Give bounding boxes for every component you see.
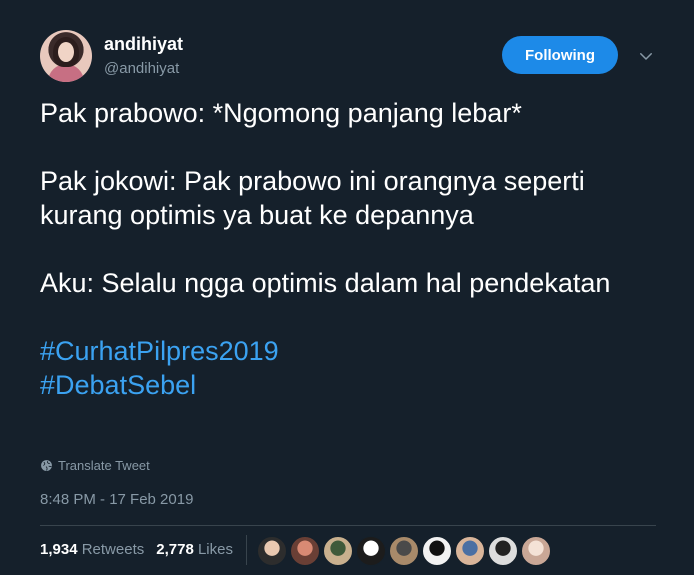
avatar[interactable] xyxy=(40,30,92,82)
user-handle[interactable]: @andihiyat xyxy=(104,60,179,77)
avatar-face xyxy=(58,42,74,62)
retweets-stat[interactable]: 1,934 Retweets xyxy=(40,541,144,558)
tweet-paragraph: Pak jokowi: Pak prabowo ini orangnya sep… xyxy=(40,166,585,230)
liker-avatar[interactable] xyxy=(488,536,518,566)
liker-avatar[interactable] xyxy=(521,536,551,566)
tweet-paragraph: Aku: Selalu ngga optimis dalam hal pende… xyxy=(40,268,611,298)
following-button[interactable]: Following xyxy=(502,36,618,74)
liker-avatar[interactable] xyxy=(323,536,353,566)
liker-avatar[interactable] xyxy=(422,536,452,566)
hashtag-link[interactable]: #CurhatPilpres2019 xyxy=(40,334,660,368)
likes-count: 2,778 xyxy=(156,541,194,558)
timestamp[interactable]: 8:48 PM - 17 Feb 2019 xyxy=(40,491,193,508)
stats-divider xyxy=(246,535,247,565)
likes-stat[interactable]: 2,778 Likes xyxy=(156,541,233,558)
tweet-card: andihiyat @andihiyat Following Pak prabo… xyxy=(0,0,694,575)
chevron-down-icon[interactable] xyxy=(637,47,655,65)
globe-icon xyxy=(41,460,52,471)
hashtag-list: #CurhatPilpres2019 #DebatSebel xyxy=(40,334,660,402)
divider xyxy=(40,525,656,526)
retweets-count: 1,934 xyxy=(40,541,78,558)
hashtag-link[interactable]: #DebatSebel xyxy=(40,368,660,402)
retweets-label: Retweets xyxy=(81,541,145,558)
liker-avatar[interactable] xyxy=(290,536,320,566)
display-name[interactable]: andihiyat xyxy=(104,34,183,55)
tweet-paragraph: Pak prabowo: *Ngomong panjang lebar* xyxy=(40,98,522,128)
translate-tweet-link[interactable]: Translate Tweet xyxy=(40,458,150,473)
tweet-text: Pak prabowo: *Ngomong panjang lebar* Pak… xyxy=(40,96,660,402)
likes-label: Likes xyxy=(197,541,233,558)
liker-avatar[interactable] xyxy=(455,536,485,566)
liker-avatar[interactable] xyxy=(257,536,287,566)
liker-avatars xyxy=(257,536,551,566)
liker-avatar[interactable] xyxy=(356,536,386,566)
tweet-stats: 1,934 Retweets 2,778 Likes xyxy=(40,541,233,558)
translate-label: Translate Tweet xyxy=(58,458,150,473)
liker-avatar[interactable] xyxy=(389,536,419,566)
